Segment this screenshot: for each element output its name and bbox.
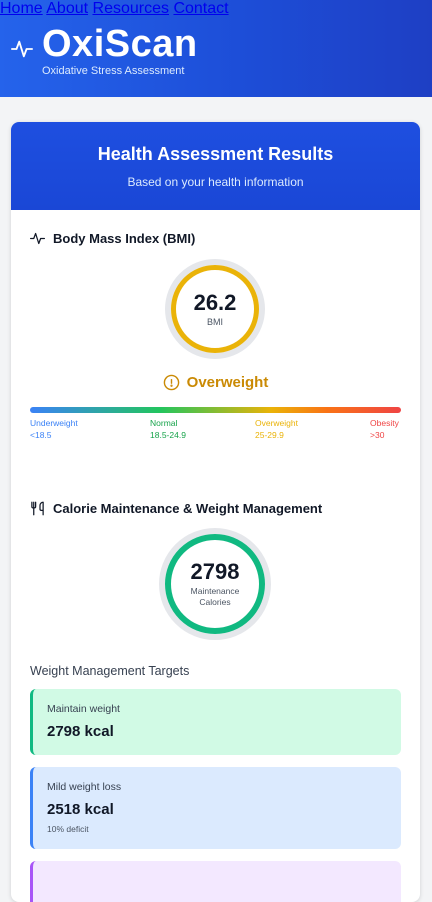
- brand-title[interactable]: OxiScan: [42, 22, 198, 66]
- results-header: Health Assessment Results Based on your …: [11, 122, 420, 210]
- target-maintain: Maintain weight 2798 kcal: [30, 689, 401, 755]
- calorie-label-line2: Calories: [199, 597, 231, 607]
- results-card: Health Assessment Results Based on your …: [11, 122, 420, 902]
- scale-range: >30: [370, 430, 385, 440]
- nav-resources[interactable]: Resources: [93, 0, 169, 17]
- bmi-gauge-ring: 26.2 BMI: [171, 265, 259, 353]
- target-kcal: 2518 kcal: [47, 801, 114, 818]
- target-mild-loss: Mild weight loss 2518 kcal 10% deficit: [30, 767, 401, 849]
- nav-about[interactable]: About: [46, 0, 88, 17]
- bmi-scale-bar: [30, 407, 401, 413]
- bmi-gauge: 26.2 BMI: [165, 259, 265, 359]
- calorie-gauge: 2798 Maintenance Calories: [159, 528, 271, 640]
- results-subtitle: Based on your health information: [127, 175, 304, 189]
- target-name: Mild weight loss: [47, 781, 122, 793]
- calorie-value: 2798: [190, 559, 240, 584]
- calorie-section-label: Calorie Maintenance & Weight Management: [53, 501, 323, 516]
- scale-range: 18.5-24.9: [150, 430, 186, 440]
- scale-name: Obesity: [370, 418, 399, 428]
- target-kcal: 2798 kcal: [47, 723, 114, 740]
- target-next: [30, 861, 401, 902]
- bmi-label: BMI: [206, 317, 223, 327]
- target-name: Maintain weight: [47, 703, 120, 715]
- nav-contact[interactable]: Contact: [173, 0, 228, 17]
- bmi-scale-overweight: Overweight 25-29.9: [255, 417, 298, 441]
- nav-home[interactable]: Home: [0, 0, 43, 17]
- calorie-label-line1: Maintenance: [190, 586, 240, 596]
- info-circle-icon: [163, 374, 179, 391]
- site-header: OxiScan Oxidative Stress Assessment Home…: [0, 0, 432, 97]
- main-nav: Home About Resources Contact: [0, 0, 432, 18]
- bmi-status-label: Overweight: [186, 374, 269, 391]
- scale-name: Underweight: [30, 418, 78, 428]
- bmi-scale-normal: Normal 18.5-24.9: [150, 417, 186, 441]
- brand-subtitle: Oxidative Stress Assessment: [42, 65, 185, 77]
- scale-range: <18.5: [30, 430, 52, 440]
- bmi-section-title: Body Mass Index (BMI): [30, 231, 195, 246]
- scale-name: Normal: [150, 418, 178, 428]
- scale-name: Overweight: [255, 418, 298, 428]
- results-title: Health Assessment Results: [97, 144, 334, 164]
- bmi-scale-obesity: Obesity >30: [370, 417, 399, 441]
- bmi-section-label: Body Mass Index (BMI): [53, 231, 196, 246]
- bmi-scale-underweight: Underweight <18.5: [30, 417, 78, 441]
- fork-knife-icon: [31, 501, 44, 516]
- calorie-gauge-ring: 2798 Maintenance Calories: [165, 534, 265, 634]
- calorie-label: Maintenance Calories: [191, 586, 240, 608]
- activity-icon: [30, 232, 45, 245]
- scale-range: 25-29.9: [255, 430, 284, 440]
- bmi-value: 26.2: [193, 290, 237, 315]
- targets-title: Weight Management Targets: [30, 664, 190, 678]
- target-note: 10% deficit: [47, 824, 89, 834]
- activity-pulse-icon: [11, 40, 33, 58]
- calorie-section-title: Calorie Maintenance & Weight Management: [30, 501, 322, 516]
- bmi-status: Overweight: [11, 374, 420, 391]
